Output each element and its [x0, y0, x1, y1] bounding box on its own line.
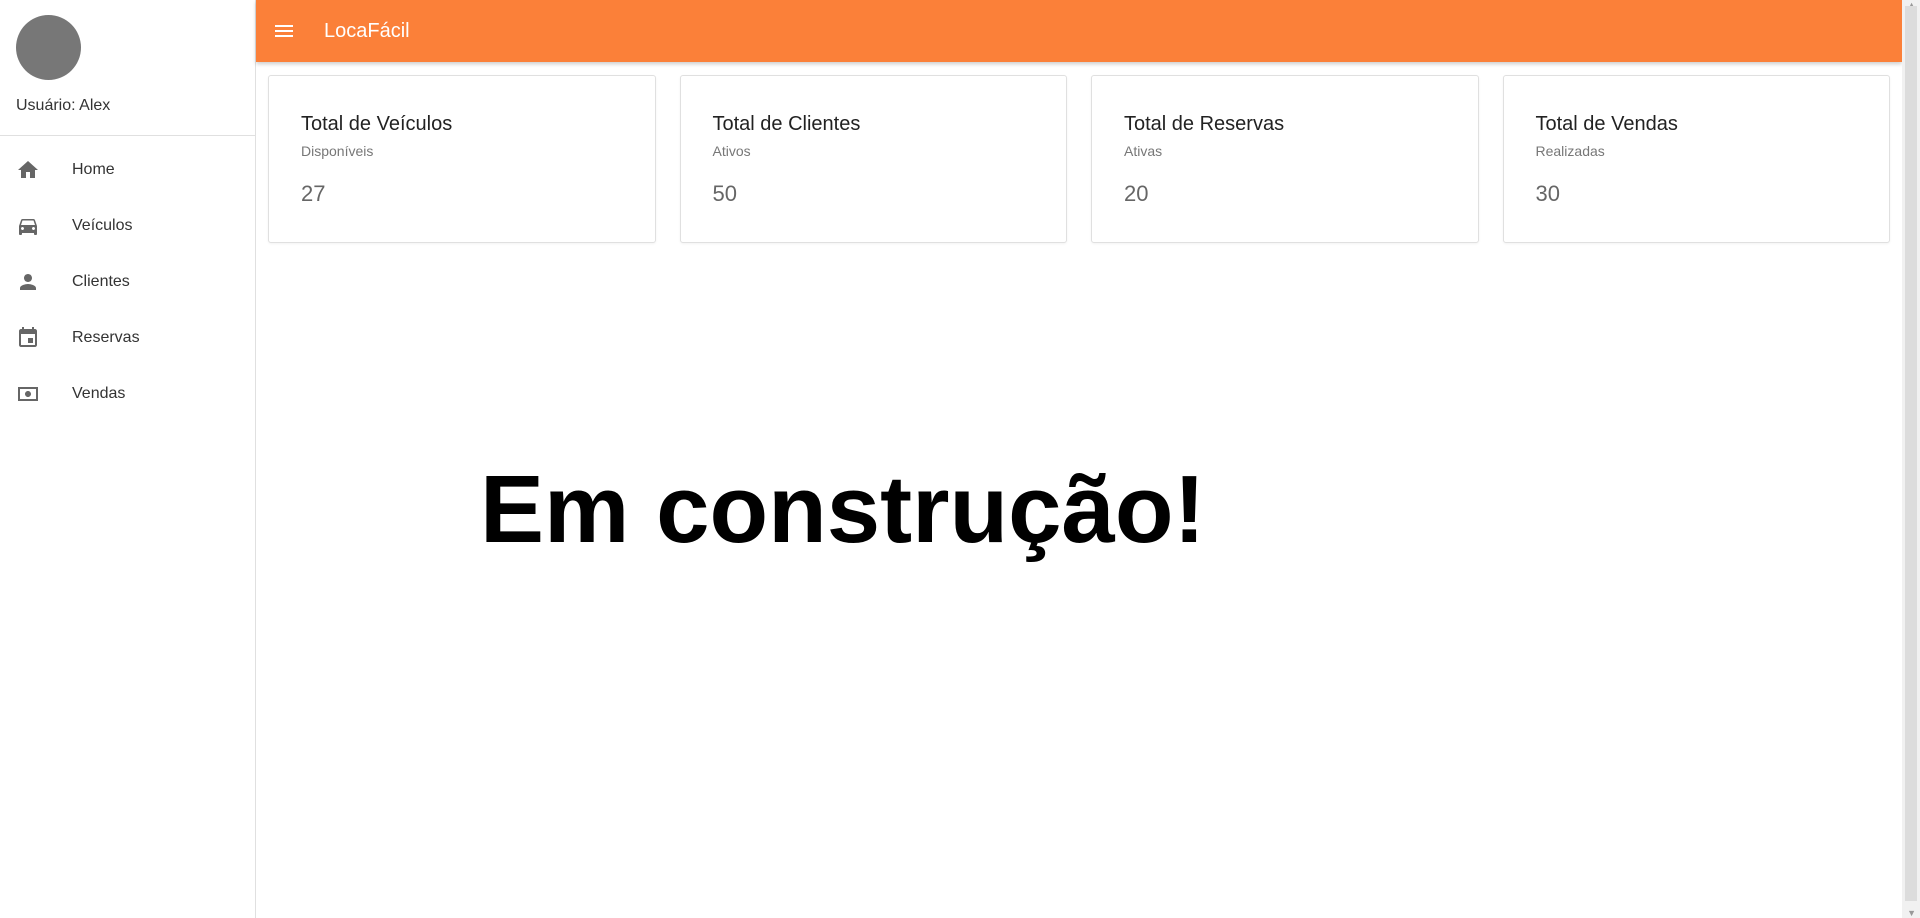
sidebar-item-label: Reservas [72, 329, 140, 346]
summary-cards: Total de Veículos Disponíveis 27 Total d… [268, 75, 1890, 243]
calendar-icon [16, 326, 40, 350]
card-total-reservas: Total de Reservas Ativas 20 [1091, 75, 1479, 243]
card-value: 30 [1535, 181, 1560, 206]
card-title: Total de Veículos [301, 113, 453, 135]
under-construction-heading: Em construção! [480, 456, 1206, 563]
sidebar-item-reservas[interactable]: Reservas [0, 310, 255, 366]
card-total-vendas: Total de Vendas Realizadas 30 [1502, 75, 1890, 243]
card-total-veiculos: Total de Veículos Disponíveis 27 [268, 75, 656, 243]
card-total-clientes: Total de Clientes Ativos 50 [679, 75, 1067, 243]
menu-icon[interactable] [272, 19, 296, 43]
car-icon [16, 214, 40, 238]
avatar[interactable] [16, 15, 81, 80]
card-subtitle: Disponíveis [301, 143, 374, 159]
user-label: Usuário: Alex [16, 97, 111, 114]
app-root: Usuário: Alex Home Veículos Clientes Res… [0, 0, 1920, 918]
app-title: LocaFácil [324, 19, 410, 42]
scroll-down-icon[interactable]: ▼ [1907, 908, 1916, 918]
sidebar-item-home[interactable]: Home [0, 142, 255, 198]
card-value: 27 [301, 181, 326, 206]
sidebar-item-label: Veículos [72, 217, 133, 234]
card-subtitle: Realizadas [1535, 143, 1605, 159]
sidebar-item-veiculos[interactable]: Veículos [0, 198, 255, 254]
money-icon [16, 382, 40, 406]
sidebar-item-label: Clientes [72, 273, 130, 290]
page-scrollbar[interactable]: ▲ ▼ [1902, 0, 1920, 918]
card-subtitle: Ativos [712, 143, 751, 159]
card-title: Total de Reservas [1124, 113, 1285, 135]
scroll-thumb[interactable] [1905, 6, 1917, 901]
card-subtitle: Ativas [1124, 143, 1163, 159]
card-value: 20 [1124, 181, 1149, 206]
card-value: 50 [712, 181, 737, 206]
sidebar-item-clientes[interactable]: Clientes [0, 254, 255, 310]
sidebar-item-label: Vendas [72, 385, 126, 402]
sidebar-item-vendas[interactable]: Vendas [0, 366, 255, 422]
top-app-bar: LocaFácil [256, 0, 1902, 62]
card-title: Total de Vendas [1535, 113, 1678, 135]
card-title: Total de Clientes [712, 113, 861, 135]
user-profile: Usuário: Alex [0, 0, 255, 136]
sidebar-item-label: Home [72, 161, 115, 178]
person-icon [16, 270, 40, 294]
home-icon [16, 158, 40, 182]
sidebar: Usuário: Alex Home Veículos Clientes Res… [0, 0, 256, 918]
sidebar-nav: Home Veículos Clientes Reservas Vendas [0, 136, 255, 422]
